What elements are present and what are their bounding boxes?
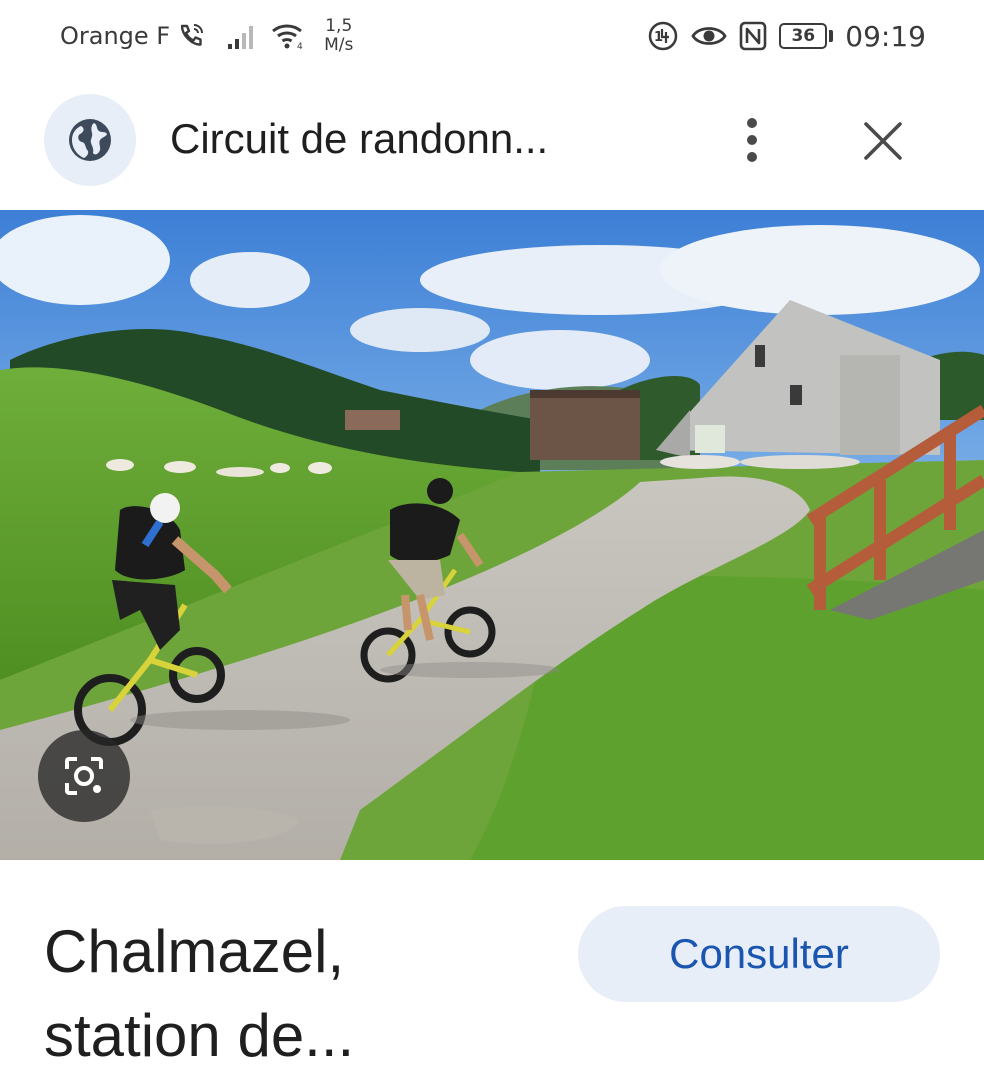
more-options-button[interactable] — [728, 114, 776, 166]
site-favicon-button[interactable] — [44, 94, 136, 186]
result-caption: Chalmazel, station de... — [44, 910, 544, 1078]
caption-line-2: station de... — [44, 1002, 355, 1069]
consulter-button[interactable]: Consulter — [578, 906, 940, 1002]
caption-line-1: Chalmazel, — [44, 918, 345, 985]
result-image[interactable] — [0, 210, 984, 860]
battery-icon: 36 — [779, 23, 834, 49]
svg-text:4: 4 — [297, 42, 303, 51]
wifi-calling-icon — [176, 21, 206, 51]
network-speed-unit: M/s — [324, 35, 354, 55]
status-time: 09:19 — [845, 19, 926, 53]
close-button[interactable] — [856, 114, 910, 168]
wifi-icon: 4 — [270, 21, 308, 51]
eye-comfort-icon — [691, 22, 727, 50]
network-speed-value: 1,5 — [325, 16, 353, 36]
page-title: Circuit de randonn... — [170, 115, 549, 162]
photo-scene — [0, 210, 984, 860]
battery-level: 36 — [779, 23, 828, 49]
status-bar-left: Orange F 4 1,5 M/s — [60, 12, 353, 60]
more-vert-icon — [745, 117, 759, 163]
google-lens-icon — [59, 751, 109, 801]
carrier-name: Orange F — [60, 22, 171, 50]
close-icon — [863, 121, 903, 161]
status-bar-right: 1 36 09:19 — [647, 12, 926, 60]
google-lens-button[interactable] — [38, 730, 130, 822]
signal-icon — [226, 22, 260, 50]
result-header: Circuit de randonn... — [0, 92, 984, 188]
hd-voice-icon: 1 — [647, 20, 679, 52]
status-bar: Orange F 4 1,5 M/s 1 36 09:19 — [0, 0, 984, 72]
network-speed: 1,5 M/s — [324, 17, 353, 55]
nfc-icon — [739, 21, 767, 51]
globe-icon — [67, 117, 113, 163]
